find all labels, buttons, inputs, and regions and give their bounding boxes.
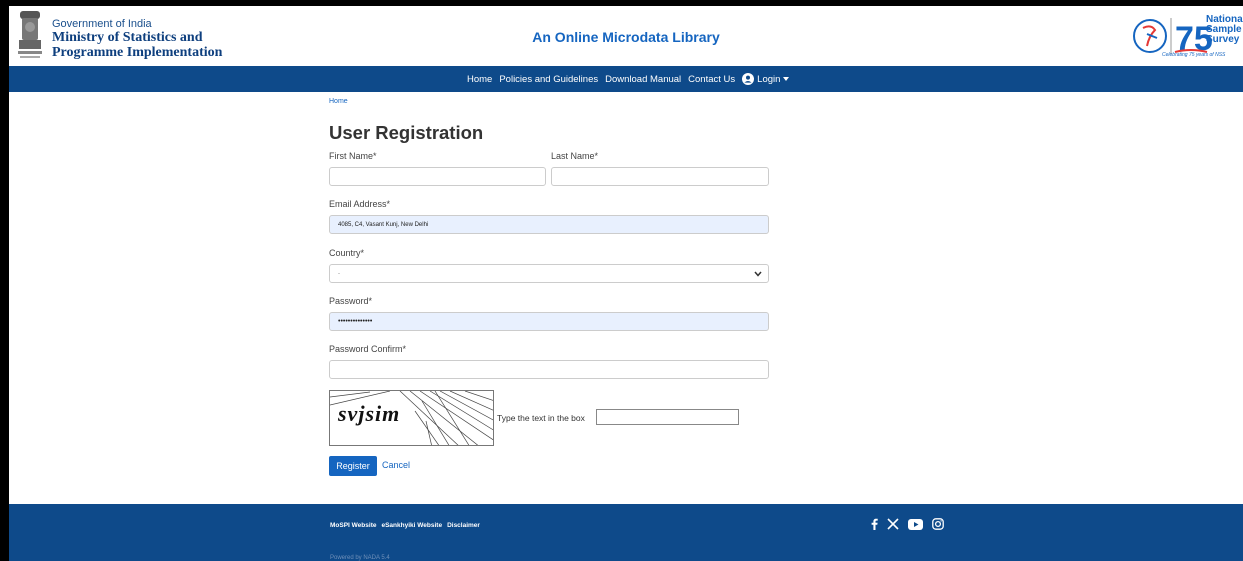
gov-line-3: Programme Implementation [52, 45, 223, 60]
captcha-image: svjsim [329, 390, 494, 446]
nav-policies[interactable]: Policies and Guidelines [499, 74, 598, 85]
country-label: Country* [329, 248, 365, 258]
youtube-icon[interactable] [908, 518, 923, 530]
email-label: Email Address* [329, 199, 391, 209]
country-select[interactable]: - [329, 264, 769, 283]
footer-link-disclaimer[interactable]: Disclaimer [447, 522, 480, 529]
first-name-input[interactable] [329, 167, 546, 186]
cancel-link[interactable]: Cancel [382, 460, 410, 470]
powered-by: Powered by NADA 5.4 [330, 555, 390, 561]
nav-download-manual[interactable]: Download Manual [605, 74, 681, 85]
captcha-label: Type the text in the box [497, 413, 585, 423]
footer-link-mospi[interactable]: MoSPI Website [330, 522, 376, 529]
password-confirm-label: Password Confirm* [329, 344, 407, 354]
captcha-text: svjsim [338, 401, 400, 427]
nav-contact-us[interactable]: Contact Us [688, 74, 735, 85]
country-selected-value: - [338, 270, 340, 277]
site-footer: MoSPI Website eSankhyiki Website Disclai… [9, 504, 1243, 561]
register-button[interactable]: Register [329, 456, 377, 476]
x-icon[interactable] [887, 518, 899, 530]
captcha-chars: svjsim [338, 401, 401, 426]
facebook-icon[interactable] [871, 518, 878, 530]
password-confirm-input[interactable] [329, 360, 769, 379]
first-name-label: First Name* [329, 151, 377, 161]
nss-text: National Sample Survey [1206, 15, 1243, 45]
footer-link-esankhyiki[interactable]: eSankhyiki Website [381, 522, 442, 529]
nav-home[interactable]: Home [467, 74, 492, 85]
footer-links: MoSPI Website eSankhyiki Website Disclai… [330, 522, 480, 529]
instagram-icon[interactable] [932, 518, 944, 530]
password-input[interactable]: •••••••••••••• [329, 312, 769, 331]
breadcrumb-home[interactable]: Home [329, 98, 348, 105]
captcha-input[interactable] [596, 409, 739, 425]
caret-down-icon [783, 77, 790, 81]
nav-login[interactable]: Login [742, 73, 790, 85]
email-input[interactable]: 4085, C4, Vasant Kunj, New Delhi [329, 215, 769, 234]
user-circle-icon [742, 73, 755, 85]
last-name-label: Last Name* [551, 151, 599, 161]
page-title: User Registration [329, 122, 484, 143]
login-label: Login [757, 73, 781, 85]
password-label: Password* [329, 296, 373, 306]
nav-items: Home Policies and Guidelines Download Ma… [467, 66, 790, 92]
site-header: Government of India Ministry of Statisti… [9, 6, 1243, 66]
chevron-down-icon [754, 271, 762, 277]
social-links [871, 518, 944, 530]
nss-tagline: Celebrating 75 years of NSS [1162, 52, 1226, 58]
nss-line-3: Survey [1206, 34, 1240, 45]
page: Government of India Ministry of Statisti… [9, 6, 1243, 561]
main-nav: Home Policies and Guidelines Download Ma… [9, 66, 1243, 92]
last-name-input[interactable] [551, 167, 769, 186]
site-title: An Online Microdata Library [532, 29, 720, 45]
